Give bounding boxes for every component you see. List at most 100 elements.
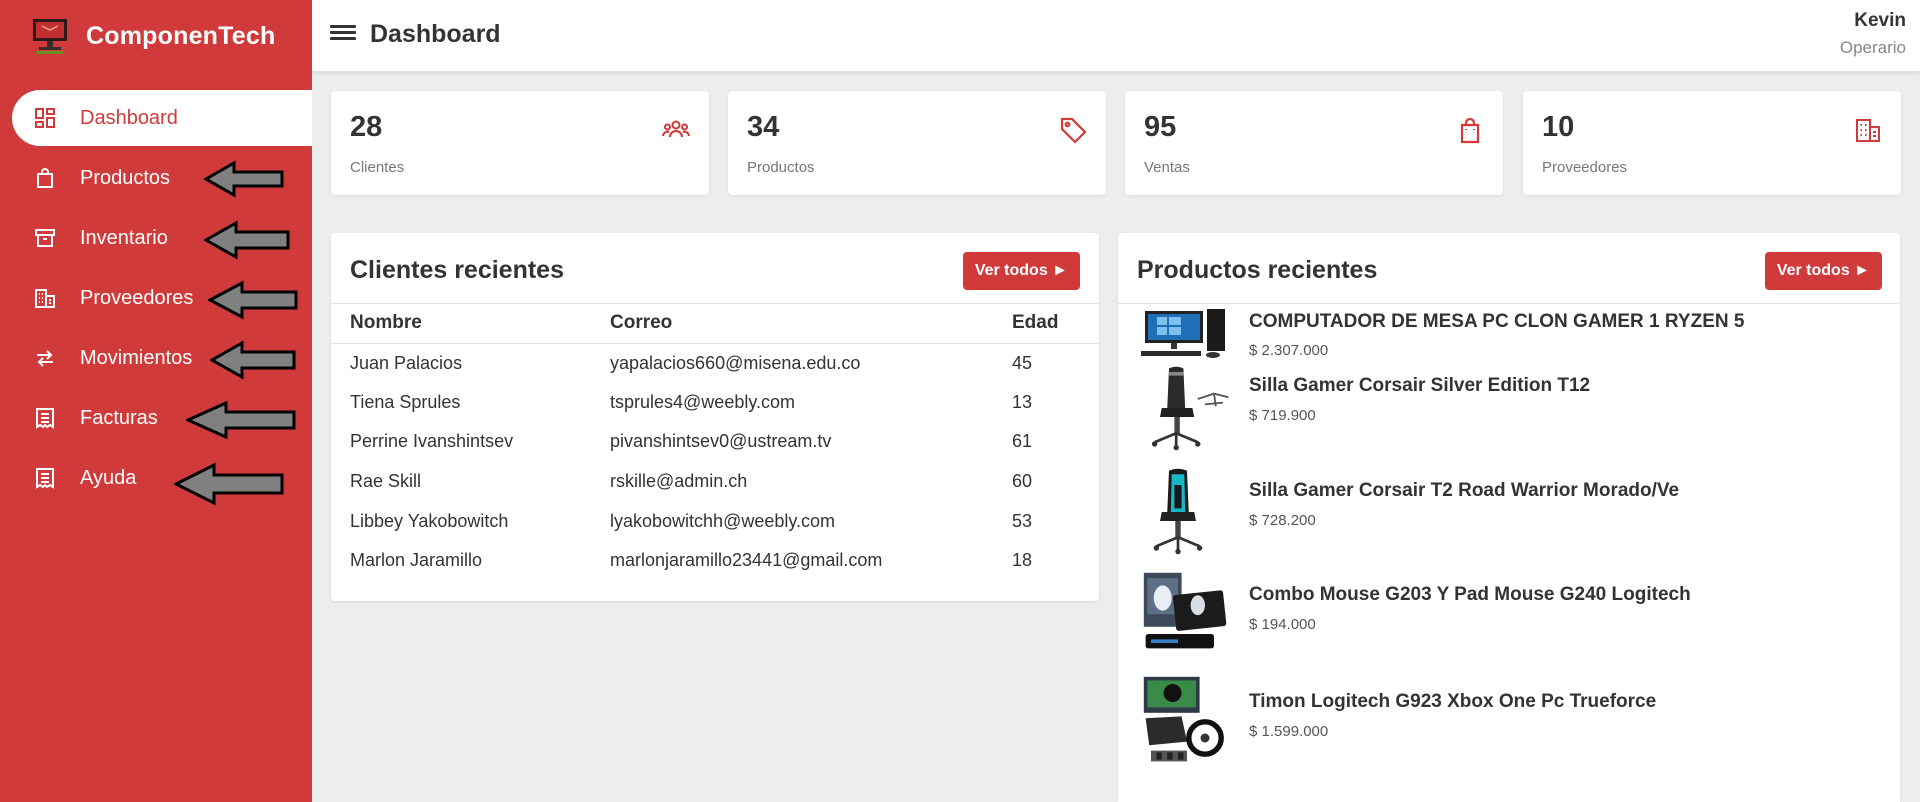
column-header-nombre[interactable]: Nombre: [331, 303, 591, 344]
stat-label: Clientes: [350, 159, 405, 176]
product-price: $ 728.200: [1249, 512, 1316, 529]
sidebar-item-label: Productos: [80, 166, 171, 189]
stat-card-ventas[interactable]: 95 Ventas: [1125, 91, 1503, 195]
user-name: Kevin: [1854, 10, 1906, 31]
receipt-icon: [32, 465, 58, 491]
client-age: 18: [1012, 550, 1033, 571]
stat-value: 95: [1144, 111, 1177, 143]
stat-card-clientes[interactable]: 28 Clientes: [331, 91, 709, 195]
client-name: Perrine Ivanshintsev: [350, 431, 514, 452]
computer-logo-icon: [33, 19, 67, 54]
sidebar-item-label: Inventario: [80, 226, 168, 249]
product-image-gaming-chair-teal: [1153, 468, 1203, 555]
sidebar-item-inventario[interactable]: Inventario: [12, 210, 312, 266]
sidebar-item-productos[interactable]: Productos: [12, 150, 312, 206]
product-name: COMPUTADOR DE MESA PC CLON GAMER 1 RYZEN…: [1249, 311, 1745, 332]
shopping-bag-icon: [1460, 117, 1480, 144]
sidebar-item-ayuda[interactable]: Ayuda: [12, 450, 312, 506]
tag-icon: [1060, 117, 1087, 144]
client-age: 45: [1012, 352, 1033, 373]
recent-products-panel: Productos recientes Ver todos ► COMPUTAD…: [1118, 233, 1900, 802]
table-row[interactable]: Tiena Sprules tsprules4@weebly.com 13: [331, 383, 1099, 423]
product-name: Silla Gamer Corsair T2 Road Warrior Mora…: [1249, 480, 1680, 501]
sidebar-nav: Dashboard Productos Inventario Proveedor…: [12, 90, 312, 510]
users-icon: [662, 120, 690, 138]
shopping-bag-icon: [32, 165, 58, 191]
swap-arrows-icon: [32, 345, 58, 371]
panel-title: Productos recientes: [1137, 256, 1378, 284]
stat-value: 34: [747, 111, 780, 143]
sidebar-item-label: Ayuda: [80, 466, 137, 489]
page-title: Dashboard: [370, 20, 501, 48]
sidebar-item-dashboard[interactable]: Dashboard: [12, 90, 312, 146]
table-row[interactable]: Juan Palacios yapalacios660@misena.edu.c…: [331, 343, 1099, 383]
panel-title: Clientes recientes: [350, 256, 564, 284]
dashboard-icon: [32, 105, 58, 131]
product-item[interactable]: Timon Logitech G923 Xbox One Pc Trueforc…: [1137, 675, 1897, 765]
clients-table: Nombre Correo Edad Juan Palacios yapalac…: [331, 303, 1099, 581]
annotation-arrow-icon: [210, 340, 296, 380]
table-row[interactable]: Libbey Yakobowitch lyakobowitchh@weebly.…: [331, 501, 1099, 541]
product-name: Combo Mouse G203 Y Pad Mouse G240 Logite…: [1249, 584, 1691, 605]
sidebar-item-label: Proveedores: [80, 286, 194, 309]
annotation-arrow-icon: [204, 220, 290, 260]
building-icon: [1856, 119, 1880, 142]
column-header-edad[interactable]: Edad: [993, 303, 1099, 344]
product-item[interactable]: Silla Gamer Corsair Silver Edition T12 $…: [1137, 363, 1897, 453]
annotation-arrow-icon: [204, 160, 284, 198]
product-price: $ 719.900: [1249, 407, 1316, 424]
stat-card-productos[interactable]: 34 Productos: [728, 91, 1106, 195]
table-header-row: Nombre Correo Edad: [331, 303, 1099, 344]
stat-value: 10: [1542, 111, 1575, 143]
product-item[interactable]: Silla Gamer Corsair T2 Road Warrior Mora…: [1137, 467, 1897, 557]
hamburger-menu-icon[interactable]: [330, 22, 356, 46]
stat-label: Proveedores: [1542, 159, 1628, 176]
sidebar: ComponenTech Dashboard Productos Inventa…: [0, 0, 312, 802]
table-row[interactable]: Rae Skill rskille@admin.ch 60: [331, 462, 1099, 502]
client-name: Juan Palacios: [350, 352, 463, 373]
recent-clients-panel: Clientes recientes Ver todos ► Nombre Co…: [331, 233, 1099, 601]
product-image-gaming-chair: [1151, 366, 1229, 451]
top-header: Dashboard Kevin Operario: [312, 0, 1920, 72]
product-name: Silla Gamer Corsair Silver Edition T12: [1249, 375, 1591, 396]
table-row[interactable]: Perrine Ivanshintsev pivanshintsev0@ustr…: [331, 422, 1099, 462]
client-name: Marlon Jaramillo: [350, 550, 483, 571]
stat-value: 28: [350, 111, 383, 143]
brand[interactable]: ComponenTech: [30, 16, 275, 56]
client-age: 13: [1012, 391, 1033, 412]
view-all-products-button[interactable]: Ver todos ►: [1764, 252, 1882, 290]
table-row[interactable]: Marlon Jaramillo marlonjaramillo23441@gm…: [331, 541, 1099, 581]
user-menu[interactable]: Kevin Operario: [1840, 10, 1906, 58]
client-age: 53: [1012, 510, 1033, 531]
sidebar-item-label: Movimientos: [80, 346, 193, 369]
client-name: Libbey Yakobowitch: [350, 510, 509, 531]
column-header-correo[interactable]: Correo: [591, 303, 993, 344]
archive-icon: [32, 225, 58, 251]
client-email: yapalacios660@misena.edu.co: [610, 352, 861, 373]
product-item[interactable]: COMPUTADOR DE MESA PC CLON GAMER 1 RYZEN…: [1137, 309, 1897, 359]
client-email: marlonjaramillo23441@gmail.com: [610, 550, 883, 571]
annotation-arrow-icon: [174, 462, 284, 506]
annotation-arrow-icon: [186, 400, 296, 440]
user-role: Operario: [1839, 38, 1906, 57]
client-email: lyakobowitchh@weebly.com: [610, 510, 836, 531]
sidebar-item-facturas[interactable]: Facturas: [12, 390, 312, 446]
product-price: $ 194.000: [1249, 616, 1316, 633]
sidebar-item-label: Dashboard: [80, 106, 178, 129]
client-email: rskille@admin.ch: [610, 471, 748, 492]
divider: [1118, 303, 1900, 304]
view-all-clients-button[interactable]: Ver todos ►: [962, 252, 1080, 290]
product-name: Timon Logitech G923 Xbox One Pc Trueforc…: [1249, 691, 1657, 712]
product-image-mouse-combo: [1143, 572, 1227, 649]
product-image-desktop-pc: [1141, 309, 1225, 358]
product-price: $ 2.307.000: [1249, 342, 1329, 359]
stat-label: Ventas: [1144, 159, 1190, 176]
annotation-arrow-icon: [208, 280, 298, 320]
product-item[interactable]: Combo Mouse G203 Y Pad Mouse G240 Logite…: [1137, 571, 1897, 661]
stat-label: Productos: [747, 159, 815, 176]
sidebar-item-movimientos[interactable]: Movimientos: [12, 330, 312, 386]
product-image-steering-wheel: [1143, 676, 1224, 762]
client-email: pivanshintsev0@ustream.tv: [610, 431, 832, 452]
stat-card-proveedores[interactable]: 10 Proveedores: [1523, 91, 1901, 195]
sidebar-item-proveedores[interactable]: Proveedores: [12, 270, 312, 326]
